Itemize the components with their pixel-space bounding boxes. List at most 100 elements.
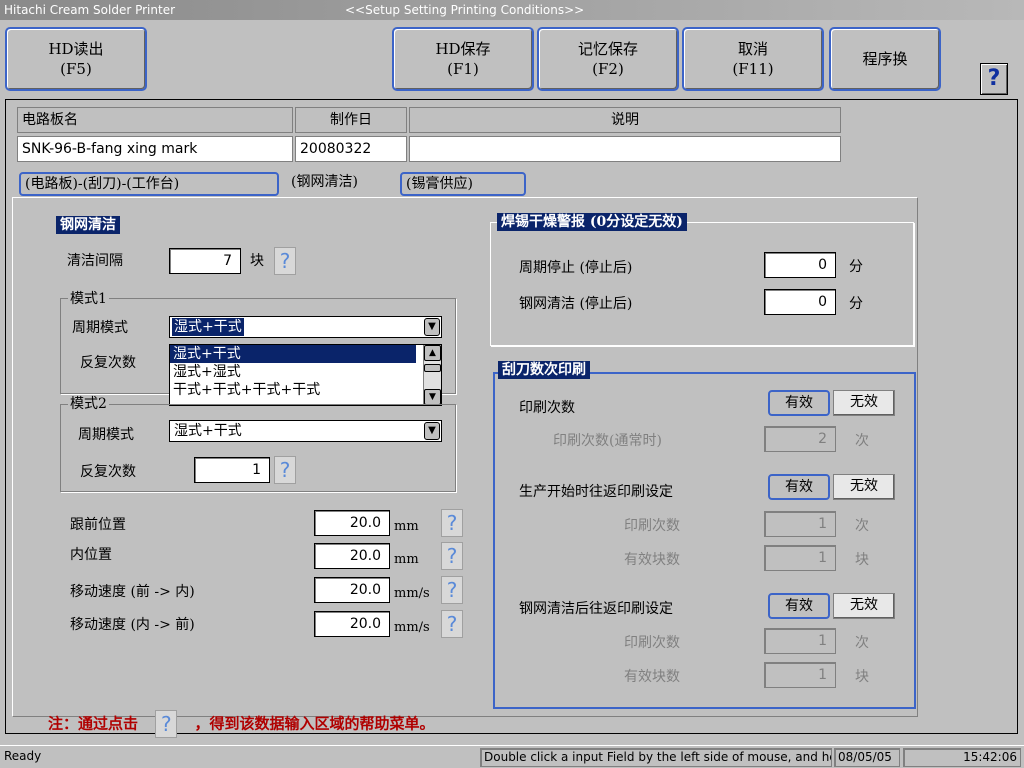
dry-alarm-title: 焊锡干燥警报 (0分设定无效) <box>497 213 687 231</box>
mode2-repeat-label: 反复次数 <box>80 464 136 480</box>
help-question-icon[interactable]: ? <box>441 509 463 537</box>
stencil-clean-stop-input[interactable]: 0 <box>764 289 836 315</box>
dropdown-scrollbar[interactable]: ▲ ▼ <box>423 345 441 405</box>
scroll-thumb[interactable] <box>424 364 441 372</box>
after-clean-valid-toggle[interactable]: 有效 <box>768 593 830 619</box>
title-bar: Hitachi Cream Solder Printer <<Setup Set… <box>0 0 1024 20</box>
help-question-icon[interactable]: ? <box>274 247 296 275</box>
start-roundtrip-invalid-toggle[interactable]: 无效 <box>833 474 895 500</box>
after-clean-roundtrip-label: 钢网清洁后往返印刷设定 <box>519 601 673 617</box>
front-position-unit: mm <box>394 519 419 534</box>
mode1-title: 模式1 <box>68 290 109 308</box>
cancel-button[interactable]: 取消 (F11) <box>682 27 824 91</box>
date-field[interactable]: 20080322 <box>295 136 407 162</box>
description-field[interactable] <box>409 136 841 162</box>
program-swap-label: 程序换 <box>862 50 908 68</box>
board-name-header: 电路板名 <box>17 107 293 133</box>
after-print-count-unit: 次 <box>855 635 869 651</box>
hd-read-label: HD读出 <box>48 40 104 58</box>
mode1-cycle-value: 湿式+干式 <box>172 318 244 336</box>
after-valid-blocks-input[interactable]: 1 <box>764 662 836 688</box>
print-count-normal-label: 印刷次数(通常时) <box>553 433 662 449</box>
speed-inner-to-front-unit: mm/s <box>394 620 430 635</box>
squeegee-print-title: 刮刀数次印刷 <box>498 361 590 379</box>
board-name-field[interactable]: SNK-96-B-fang xing mark <box>17 136 293 162</box>
hd-save-button[interactable]: HD保存 (F1) <box>392 27 534 91</box>
front-position-label: 跟前位置 <box>70 517 126 533</box>
help-question-icon[interactable]: ? <box>441 610 463 638</box>
mode2-cycle-value: 湿式+干式 <box>174 423 242 439</box>
after-print-count-input[interactable]: 1 <box>764 628 836 654</box>
chevron-down-icon[interactable]: ▼ <box>424 318 440 336</box>
stencil-clean-stop-unit: 分 <box>849 296 863 312</box>
description-header: 说明 <box>409 107 841 133</box>
start-print-count-input[interactable]: 1 <box>764 511 836 537</box>
mode2-cycle-label: 周期模式 <box>78 427 134 443</box>
stencil-clean-stop-label: 钢网清洁 (停止后) <box>519 296 633 312</box>
inner-position-label: 内位置 <box>70 547 112 563</box>
dropdown-option[interactable]: 干式+干式+干式+干式 <box>170 381 441 399</box>
stencil-clean-title: 钢网清洁 <box>56 216 120 234</box>
program-swap-button[interactable]: 程序换 <box>829 27 941 91</box>
start-print-count-label: 印刷次数 <box>624 518 680 534</box>
speed-front-to-inner-label: 移动速度 (前 -> 内) <box>70 584 195 600</box>
cycle-stop-label: 周期停止 (停止后) <box>519 260 633 276</box>
hd-save-key: (F1) <box>447 60 479 78</box>
print-count-valid-toggle[interactable]: 有效 <box>768 390 830 416</box>
mode1-repeat-label: 反复次数 <box>80 355 136 371</box>
start-roundtrip-valid-toggle[interactable]: 有效 <box>768 474 830 500</box>
mode2-cycle-select[interactable]: 湿式+干式 ▼ <box>169 420 442 442</box>
clean-interval-input[interactable]: 7 <box>169 248 241 274</box>
inner-position-input[interactable]: 20.0 <box>314 543 390 569</box>
status-time: 15:42:06 <box>903 748 1021 767</box>
speed-inner-to-front-input[interactable]: 20.0 <box>314 611 390 637</box>
dropdown-option[interactable]: 湿式+湿式 <box>170 363 441 381</box>
help-question-icon[interactable]: ? <box>155 710 178 738</box>
status-ready: Ready <box>4 749 42 763</box>
start-valid-blocks-unit: 块 <box>855 552 869 568</box>
speed-front-to-inner-unit: mm/s <box>394 586 430 601</box>
hd-save-label: HD保存 <box>435 40 491 58</box>
dry-alarm-group <box>490 222 914 346</box>
front-position-input[interactable]: 20.0 <box>314 510 390 536</box>
scroll-down-icon[interactable]: ▼ <box>424 389 441 405</box>
hd-read-button[interactable]: HD读出 (F5) <box>5 27 147 91</box>
clean-interval-label: 清洁间隔 <box>67 253 123 269</box>
speed-front-to-inner-input[interactable]: 20.0 <box>314 577 390 603</box>
print-count-invalid-toggle[interactable]: 无效 <box>833 390 895 416</box>
screen-title: <<Setup Setting Printing Conditions>> <box>345 3 585 17</box>
clean-interval-unit: 块 <box>250 253 264 269</box>
cycle-stop-unit: 分 <box>849 259 863 275</box>
start-valid-blocks-label: 有效块数 <box>624 552 680 568</box>
after-valid-blocks-unit: 块 <box>855 669 869 685</box>
help-note-suffix: ，得到该数据输入区域的帮助菜单。 <box>194 714 435 733</box>
mode1-cycle-label: 周期模式 <box>72 320 128 336</box>
start-print-count-unit: 次 <box>855 518 869 534</box>
mode1-cycle-dropdown[interactable]: 湿式+干式 湿式+湿式 干式+干式+干式+干式 ▲ ▼ <box>169 344 442 406</box>
tab-board-squeegee-table[interactable]: (电路板)-(刮刀)-(工作台) <box>19 172 279 196</box>
cancel-key: (F11) <box>732 60 774 78</box>
print-count-normal-input[interactable]: 2 <box>764 426 836 452</box>
start-valid-blocks-input[interactable]: 1 <box>764 545 836 571</box>
chevron-down-icon[interactable]: ▼ <box>424 422 440 440</box>
cancel-label: 取消 <box>737 40 768 58</box>
mode2-repeat-input[interactable]: 1 <box>194 457 270 483</box>
after-valid-blocks-label: 有效块数 <box>624 669 680 685</box>
dropdown-option[interactable]: 湿式+干式 <box>170 345 416 363</box>
memory-save-label: 记忆保存 <box>577 40 638 58</box>
tab-stencil-clean[interactable]: (钢网清洁) <box>287 172 397 196</box>
mode1-cycle-select[interactable]: 湿式+干式 ▼ <box>169 316 442 338</box>
help-question-icon[interactable]: ? <box>441 576 463 604</box>
hd-read-key: (F5) <box>60 60 92 78</box>
help-button[interactable]: ? <box>980 63 1008 95</box>
help-question-icon[interactable]: ? <box>274 456 296 484</box>
cycle-stop-input[interactable]: 0 <box>764 252 836 278</box>
help-note: 注：通过点击 ? ，得到该数据输入区域的帮助菜单。 <box>48 710 435 738</box>
help-question-icon[interactable]: ? <box>441 542 463 570</box>
after-print-count-label: 印刷次数 <box>624 635 680 651</box>
memory-save-button[interactable]: 记忆保存 (F2) <box>537 27 679 91</box>
after-clean-invalid-toggle[interactable]: 无效 <box>833 593 895 619</box>
tab-solder-supply[interactable]: (锡膏供应) <box>400 172 526 196</box>
help-note-prefix: 注：通过点击 <box>48 714 139 733</box>
scroll-up-icon[interactable]: ▲ <box>424 345 441 361</box>
